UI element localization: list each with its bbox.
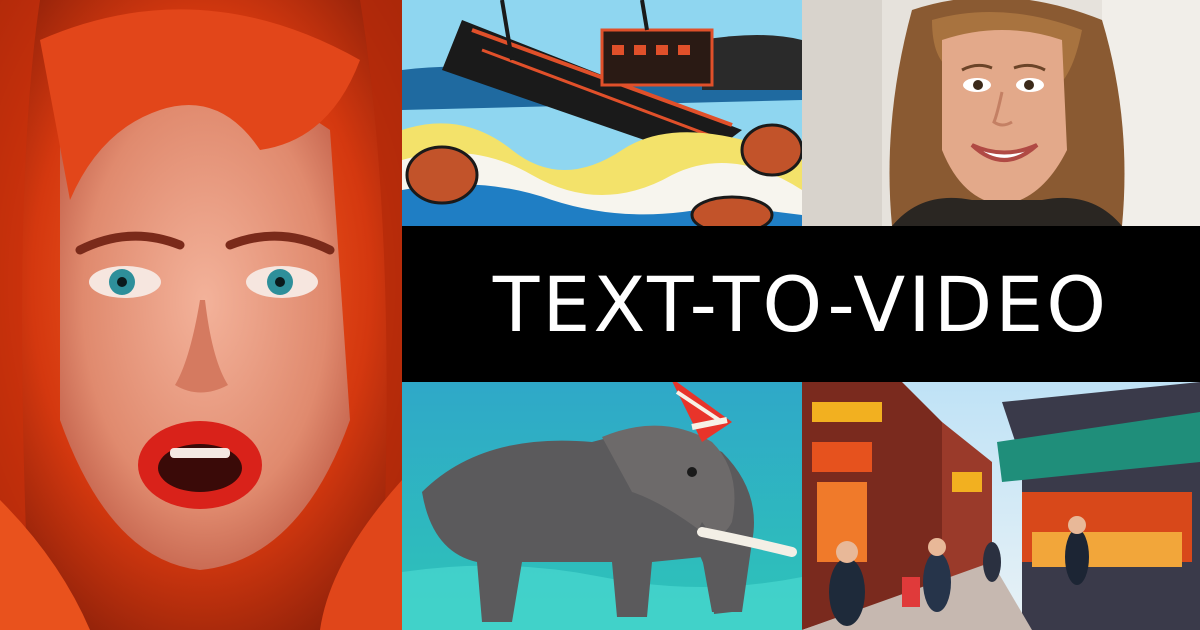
- comic-ship-image: [402, 0, 802, 226]
- red-haired-woman-image: [0, 0, 402, 630]
- banner-title: TEXT-TO-VIDEO: [492, 259, 1110, 349]
- title-banner: TEXT-TO-VIDEO: [402, 226, 1200, 382]
- thumbnail-collage: TEXT-TO-VIDEO: [0, 0, 1200, 630]
- anime-street-market-image: [802, 382, 1200, 630]
- smiling-woman-image: [802, 0, 1200, 226]
- elephant-party-hat-image: [402, 382, 802, 630]
